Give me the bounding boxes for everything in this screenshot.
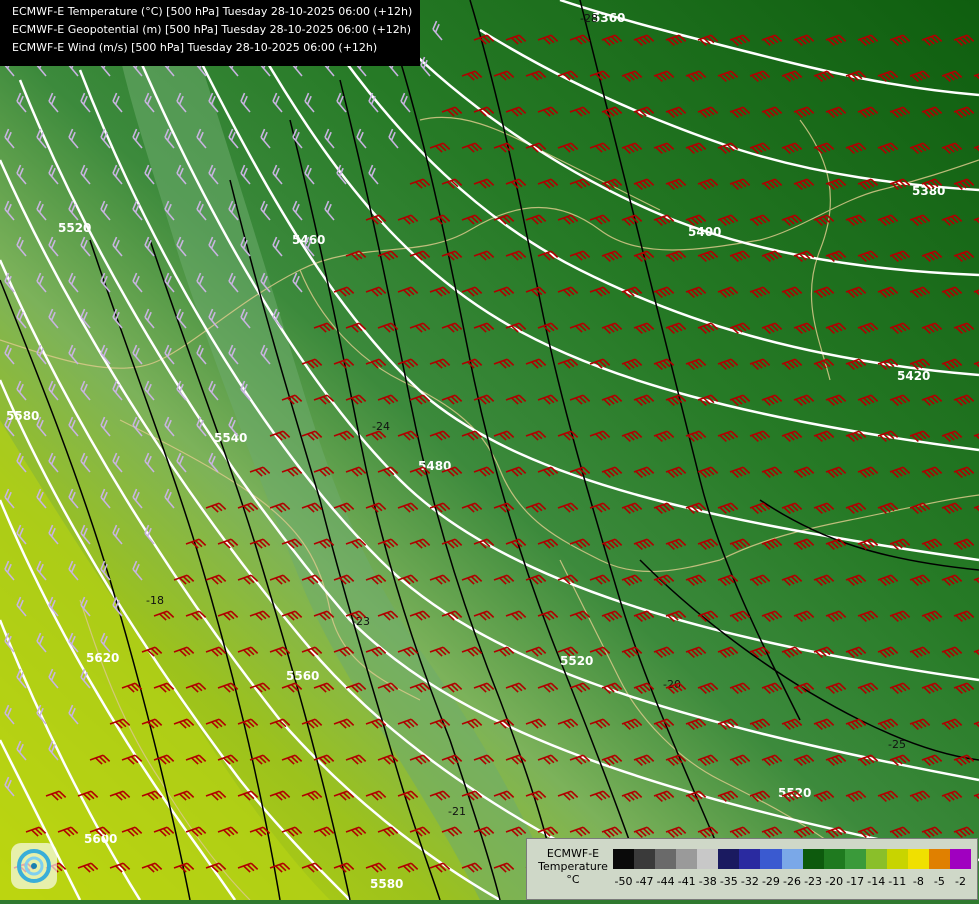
- geo-label: 5540: [214, 431, 247, 445]
- map-canvas: 5360 5380 5400 5420 5460 5480 5520 5520 …: [0, 0, 979, 902]
- legend-tick-label: -47: [635, 875, 654, 888]
- temp-label: -25: [888, 738, 906, 751]
- legend-swatch: [613, 849, 635, 869]
- legend-swatch: [760, 849, 782, 869]
- geo-label: 5380: [912, 184, 945, 198]
- legend-swatch: [676, 849, 698, 869]
- legend-tick-label: -44: [656, 875, 675, 888]
- legend-ticks: -50 -47 -44 -41 -38 -35 -32 -29 -26 -23 -20 -17 -14-…: [613, 875, 971, 889]
- geo-label: 5620: [86, 651, 119, 665]
- legend-tick-label: -17: [846, 875, 865, 888]
- geo-label: 5520: [560, 654, 593, 668]
- legend-swatch: [865, 849, 887, 869]
- legend-tick-label: -29: [761, 875, 780, 888]
- legend-title: ECMWF-E Temperature °C: [533, 847, 613, 886]
- legend-tick-label: -20: [825, 875, 844, 888]
- legend-swatch: [886, 849, 908, 869]
- legend-swatch: [950, 849, 972, 869]
- temp-label: -20: [663, 678, 681, 691]
- legend-swatch: [718, 849, 740, 869]
- legend-swatch: [823, 849, 845, 869]
- header-geopotential: ECMWF-E Geopotential (m) [500 hPa] Tuesd…: [12, 23, 412, 36]
- temp-label: -21: [448, 805, 466, 818]
- legend-swatch: [928, 849, 950, 869]
- legend-title-line1: ECMWF-E: [546, 847, 600, 860]
- header-temperature: ECMWF-E Temperature (°C) [500 hPa] Tuesd…: [12, 5, 413, 18]
- map-header: ECMWF-E Temperature (°C) [500 hPa] Tuesd…: [0, 0, 420, 66]
- legend-swatch: [907, 849, 929, 869]
- weather-map: 5360 5380 5400 5420 5460 5480 5520 5520 …: [0, 0, 979, 902]
- legend-tick-label: -5: [933, 875, 945, 888]
- legend-swatch: [844, 849, 866, 869]
- legend-tick-label: -38: [698, 875, 717, 888]
- legend-swatch: [634, 849, 656, 869]
- geo-label: 5580: [370, 877, 403, 891]
- header-wind: ECMWF-E Wind (m/s) [500 hPa] Tuesday 28-…: [12, 41, 378, 54]
- legend-swatch: [655, 849, 677, 869]
- legend-swatch: [697, 849, 719, 869]
- legend-tick-label: -14: [867, 875, 886, 888]
- swirl-logo-icon: [11, 843, 57, 889]
- temp-label: -24: [372, 420, 390, 433]
- legend-tick-label: -11: [888, 875, 907, 888]
- geo-label: 5520: [778, 786, 811, 800]
- legend-tick-label: -35: [719, 875, 738, 888]
- legend-color-bar: [613, 849, 972, 869]
- legend-title-line2: Temperature: [538, 860, 608, 873]
- geo-label: 5420: [897, 369, 930, 383]
- legend-swatch: [802, 849, 824, 869]
- legend-swatch: [739, 849, 761, 869]
- legend-tick-label: -2: [954, 875, 966, 888]
- legend-tick-label: -26: [783, 875, 801, 888]
- legend-tick-label: -32: [740, 875, 759, 888]
- legend-swatch: [781, 849, 803, 869]
- temp-label: -28: [580, 12, 598, 25]
- legend-tick-label: -41: [677, 875, 696, 888]
- legend-unit: °C: [566, 873, 580, 886]
- geo-label: 5400: [688, 225, 721, 239]
- legend-tick-label: -8: [912, 875, 924, 888]
- geo-label: 5520: [58, 221, 91, 235]
- legend-tick-label: -23: [804, 875, 823, 888]
- temp-label: -18: [146, 594, 164, 607]
- legend-tick-label: -50: [614, 875, 633, 888]
- geo-label: 5560: [286, 669, 319, 683]
- temperature-legend: ECMWF-E Temperature °C -50 -47 -44 -41 -38 -3…: [526, 838, 978, 900]
